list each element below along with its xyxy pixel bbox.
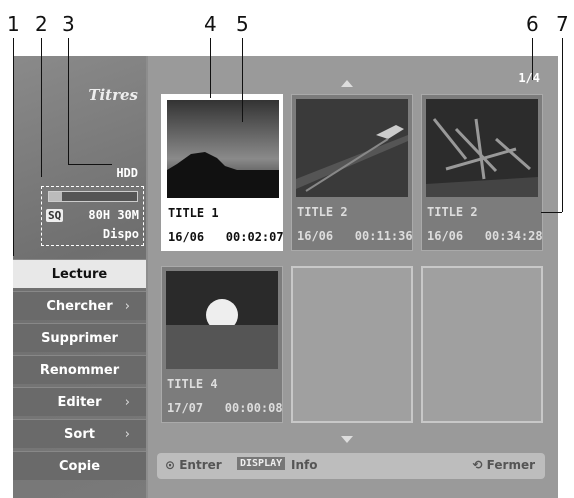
- status-text: Dispo: [102, 227, 139, 241]
- title-thumbnail[interactable]: TITLE 1 16/06 00:02:07: [161, 94, 284, 251]
- menu-item-editer[interactable]: Editer ›: [13, 387, 146, 416]
- callout-5: 5: [236, 12, 249, 36]
- title-name: TITLE 2: [297, 205, 348, 219]
- menu-item-copie[interactable]: Copie: [13, 451, 146, 480]
- title-name: TITLE 4: [167, 377, 218, 391]
- panel-title: Titres: [88, 86, 138, 104]
- title-list-screen: Titres HDD SQ 80H 30M Dispo Lecture Cherc…: [13, 56, 558, 498]
- title-date-duration: 17/07 00:00:08: [167, 401, 283, 415]
- empty-slot: [421, 266, 543, 423]
- menu-item-label: Renommer: [39, 362, 120, 378]
- callout-6: 6: [526, 12, 539, 36]
- empty-slot: [291, 266, 413, 423]
- close-hint: ⟲ Fermer: [472, 458, 535, 472]
- page-indicator: 1/4: [518, 71, 540, 85]
- help-bar: ⊙ Entrer DISPLAY Info ⟲ Fermer: [157, 453, 545, 479]
- menu-item-lecture[interactable]: Lecture: [13, 259, 146, 288]
- drive-label: HDD: [116, 166, 138, 180]
- menu-item-label: Lecture: [51, 266, 108, 282]
- menu-item-label: Copie: [58, 458, 101, 474]
- remaining-time: 80H 30M: [88, 208, 139, 222]
- callout-4: 4: [204, 12, 217, 36]
- title-thumbnail[interactable]: TITLE 2 16/06 00:34:28: [421, 94, 543, 251]
- scroll-up-icon[interactable]: [341, 80, 353, 87]
- close-label: Fermer: [486, 458, 535, 472]
- boat-wake-image: [296, 99, 408, 197]
- chevron-right-icon: ›: [124, 427, 130, 442]
- title-date-duration: 16/06 00:34:28: [427, 229, 543, 243]
- menu-item-supprimer[interactable]: Supprimer: [13, 323, 146, 352]
- options-menu: Lecture Chercher › Supprimer Renommer Editer ›…: [13, 259, 146, 483]
- menu-item-label: Sort: [64, 426, 95, 442]
- display-key-badge: DISPLAY: [237, 457, 286, 470]
- menu-item-label: Supprimer: [41, 330, 118, 346]
- sun-over-sea-image: [166, 271, 278, 369]
- title-thumbnail[interactable]: TITLE 4 17/07 00:00:08: [161, 266, 283, 423]
- chevron-right-icon: ›: [124, 395, 130, 410]
- menu-item-sort[interactable]: Sort ›: [13, 419, 146, 448]
- disc-info-box: SQ 80H 30M Dispo: [41, 186, 144, 246]
- usage-bar-fill: [49, 192, 63, 201]
- menu-item-chercher[interactable]: Chercher ›: [13, 291, 146, 320]
- title-name: TITLE 1: [168, 206, 219, 220]
- driftwood-image: [426, 99, 538, 197]
- menu-item-label: Editer: [57, 394, 102, 410]
- info-label: Info: [291, 458, 318, 472]
- quality-badge: SQ: [46, 209, 64, 222]
- menu-item-label: Chercher: [46, 298, 113, 314]
- enter-label: Entrer: [179, 458, 222, 472]
- title-grid: 1/4 TITLE 1 16/06 00:02:07 TITLE 2 16/06…: [148, 56, 558, 498]
- usage-bar: [48, 191, 138, 202]
- title-name: TITLE 2: [427, 205, 478, 219]
- title-thumbnail[interactable]: TITLE 2 16/06 00:11:36: [291, 94, 413, 251]
- left-panel: Titres HDD SQ 80H 30M Dispo Lecture Cherc…: [13, 56, 146, 498]
- enter-hint: ⊙ Entrer: [165, 458, 222, 472]
- title-date-duration: 16/06 00:11:36: [297, 229, 413, 243]
- scroll-down-icon[interactable]: [341, 436, 353, 443]
- chevron-right-icon: ›: [124, 299, 130, 314]
- callout-1: 1: [7, 12, 20, 36]
- menu-item-renommer[interactable]: Renommer: [13, 355, 146, 384]
- callout-2: 2: [35, 12, 48, 36]
- callout-7: 7: [556, 12, 569, 36]
- callout-3: 3: [62, 12, 75, 36]
- title-date-duration: 16/06 00:02:07: [168, 230, 284, 244]
- island-sunset-image: [167, 100, 279, 198]
